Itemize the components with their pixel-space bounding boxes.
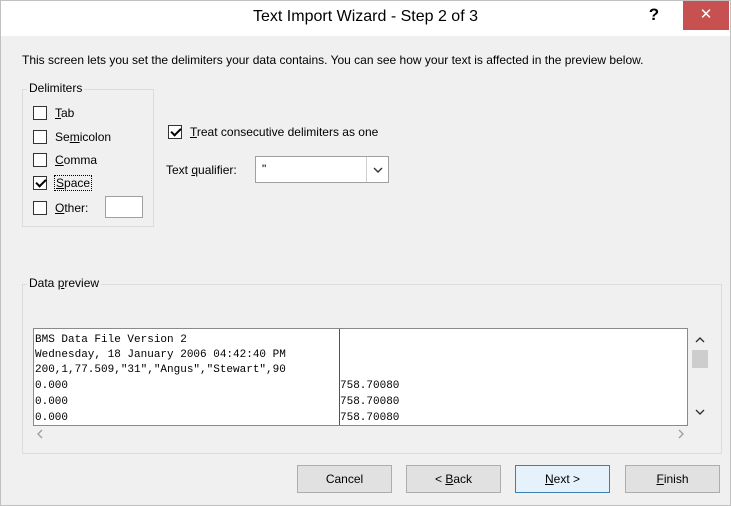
space-label: Space	[53, 175, 93, 191]
preview-row: 0.000	[35, 412, 69, 424]
preview-row: 758.70080	[340, 396, 400, 408]
vertical-scrollbar[interactable]	[690, 328, 709, 426]
data-preview-label: Data preview	[27, 276, 102, 290]
data-preview-grid[interactable]: BMS Data File Version 2 Wednesday, 18 Ja…	[33, 328, 688, 426]
scroll-down-icon[interactable]	[690, 404, 709, 418]
tab-checkbox-row[interactable]: Tab	[33, 104, 74, 122]
comma-label: Comma	[55, 153, 98, 167]
preview-row: 200,1,77.509,"31","Angus","Stewart",90	[35, 364, 286, 376]
preview-row: 0.000	[35, 380, 69, 392]
close-button[interactable]: ✕	[683, 1, 729, 30]
treat-consecutive-checkbox-row[interactable]: Treat consecutive delimiters as one	[168, 123, 378, 141]
horizontal-scrollbar[interactable]	[33, 427, 688, 444]
text-qualifier-dropdown[interactable]: "	[255, 156, 389, 183]
comma-checkbox[interactable]	[33, 153, 47, 167]
tab-label: Tab	[55, 106, 75, 120]
other-delimiter-input[interactable]	[105, 196, 143, 218]
preview-row: 758.70080	[340, 380, 400, 392]
scroll-up-icon[interactable]	[690, 332, 709, 346]
text-import-wizard-dialog: Text Import Wizard - Step 2 of 3 ? ✕ Thi…	[0, 0, 731, 506]
cancel-button[interactable]: Cancel	[297, 465, 392, 493]
finish-button[interactable]: Finish	[625, 465, 720, 493]
scroll-right-icon[interactable]	[678, 428, 684, 442]
text-qualifier-label: Text qualifier:	[166, 163, 237, 177]
preview-row: 758.70080	[340, 412, 400, 424]
comma-checkbox-row[interactable]: Comma	[33, 151, 97, 169]
help-button[interactable]: ?	[641, 1, 667, 31]
tab-checkbox[interactable]	[33, 106, 47, 120]
semicolon-checkbox[interactable]	[33, 130, 47, 144]
preview-row: Wednesday, 18 January 2006 04:42:40 PM	[35, 349, 286, 361]
preview-row: 0.000	[35, 396, 69, 408]
text-qualifier-value: "	[262, 162, 267, 176]
delimiters-group-label: Delimiters	[27, 81, 85, 95]
other-checkbox-row[interactable]: Other:	[33, 199, 88, 217]
scroll-left-icon[interactable]	[37, 428, 43, 442]
treat-consecutive-checkbox[interactable]	[168, 125, 182, 139]
semicolon-label: Semicolon	[55, 130, 112, 144]
vertical-scroll-thumb[interactable]	[692, 350, 708, 368]
instructions-text: This screen lets you set the delimiters …	[22, 53, 644, 67]
treat-consecutive-label: Treat consecutive delimiters as one	[190, 125, 379, 139]
title-bar[interactable]: Text Import Wizard - Step 2 of 3 ? ✕	[1, 1, 730, 36]
dialog-title: Text Import Wizard - Step 2 of 3	[253, 8, 478, 25]
preview-row: BMS Data File Version 2	[35, 334, 187, 346]
other-checkbox[interactable]	[33, 201, 47, 215]
other-label: Other:	[55, 201, 89, 215]
next-button[interactable]: Next >	[515, 465, 610, 493]
chevron-down-icon[interactable]	[366, 157, 388, 182]
semicolon-checkbox-row[interactable]: Semicolon	[33, 128, 111, 146]
space-checkbox-row[interactable]: Space	[33, 174, 93, 192]
space-checkbox[interactable]	[33, 176, 47, 190]
back-button[interactable]: < Back	[406, 465, 501, 493]
